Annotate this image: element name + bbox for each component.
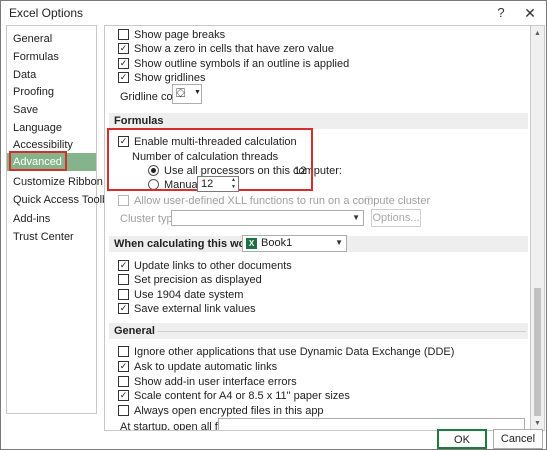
scrollbar-thumb[interactable] bbox=[534, 288, 541, 416]
show-page-breaks-row[interactable]: Show page breaks bbox=[118, 28, 418, 42]
dialog-title: Excel Options bbox=[9, 6, 84, 20]
content-scrollbar[interactable]: ▲ ▼ bbox=[531, 25, 545, 431]
sidebar-item-add-ins[interactable]: Add-ins bbox=[7, 210, 96, 228]
cluster-functions-checkbox[interactable] bbox=[118, 195, 129, 206]
options-content-pane: Show page breaks ✓ Show a zero in cells … bbox=[104, 25, 531, 431]
save-links-checkbox[interactable]: ✓ bbox=[118, 303, 129, 314]
update-links-label: Update links to other documents bbox=[134, 260, 292, 272]
excel-icon: X bbox=[246, 238, 257, 249]
show-outline-row[interactable]: ✓ Show outline symbols if an outline is … bbox=[118, 57, 418, 71]
manual-threads-value: 12 bbox=[201, 178, 214, 190]
chevron-down-icon: ▼ bbox=[194, 89, 201, 96]
workbook-dropdown[interactable]: X Book1 ▼ bbox=[242, 235, 347, 252]
ignore-dde-checkbox[interactable] bbox=[118, 346, 129, 357]
title-bar: Excel Options ? ✕ bbox=[1, 1, 546, 25]
advanced-highlight-box bbox=[9, 151, 67, 171]
save-links-row[interactable]: ✓ Save external link values bbox=[118, 302, 318, 316]
chevron-down-icon: ▼ bbox=[352, 213, 360, 222]
precision-label: Set precision as displayed bbox=[134, 274, 262, 286]
ok-button[interactable]: OK bbox=[437, 429, 487, 449]
gridline-color-button[interactable]: ⛋ ▼ bbox=[172, 84, 202, 104]
update-links-row[interactable]: ✓ Update links to other documents bbox=[118, 259, 318, 273]
sidebar-item-general[interactable]: General bbox=[7, 30, 96, 48]
show-zero-label: Show a zero in cells that have zero valu… bbox=[134, 43, 334, 55]
ask-update-label: Ask to update automatic links bbox=[134, 361, 278, 373]
cancel-button[interactable]: Cancel bbox=[493, 429, 543, 449]
cluster-type-label: Cluster type: bbox=[120, 213, 182, 225]
ignore-dde-label: Ignore other applications that use Dynam… bbox=[134, 346, 455, 358]
precision-checkbox[interactable] bbox=[118, 274, 129, 285]
help-button[interactable]: ? bbox=[486, 2, 516, 24]
scale-content-checkbox[interactable]: ✓ bbox=[118, 390, 129, 401]
chevron-down-icon: ▼ bbox=[335, 238, 343, 247]
show-zero-row[interactable]: ✓ Show a zero in cells that have zero va… bbox=[118, 42, 418, 56]
excel-options-dialog: Excel Options ? ✕ General Formulas Data … bbox=[0, 0, 547, 450]
date-1904-label: Use 1904 date system bbox=[134, 289, 244, 301]
ask-update-checkbox[interactable]: ✓ bbox=[118, 361, 129, 372]
sidebar-item-quick-access-toolbar[interactable]: Quick Access Toolbar bbox=[7, 191, 118, 209]
show-outline-checkbox[interactable]: ✓ bbox=[118, 58, 129, 69]
addin-errors-label: Show add-in user interface errors bbox=[134, 376, 297, 388]
gridline-color-label: Gridline color bbox=[120, 91, 185, 103]
show-page-breaks-checkbox[interactable] bbox=[118, 29, 129, 40]
general-section-divider bbox=[157, 331, 526, 332]
sidebar-item-formulas[interactable]: Formulas bbox=[7, 48, 96, 66]
cluster-functions-row[interactable]: Allow user-defined XLL functions to run … bbox=[118, 194, 438, 208]
addin-errors-checkbox[interactable] bbox=[118, 376, 129, 387]
show-gridlines-checkbox[interactable]: ✓ bbox=[118, 72, 129, 83]
scale-content-row[interactable]: ✓ Scale content for A4 or 8.5 x 11" pape… bbox=[118, 389, 418, 403]
date-1904-checkbox[interactable] bbox=[118, 289, 129, 300]
scale-content-label: Scale content for A4 or 8.5 x 11" paper … bbox=[134, 390, 350, 402]
sidebar-item-save[interactable]: Save bbox=[7, 101, 96, 119]
sidebar-item-language[interactable]: Language bbox=[7, 119, 96, 137]
startup-folder-label: At startup, open all files in: bbox=[120, 421, 250, 431]
cluster-type-dropdown[interactable]: ▼ bbox=[171, 210, 364, 226]
show-page-breaks-label: Show page breaks bbox=[134, 29, 226, 41]
precision-row[interactable]: Set precision as displayed bbox=[118, 273, 318, 287]
addin-errors-row[interactable]: Show add-in user interface errors bbox=[118, 375, 368, 389]
scroll-up-icon[interactable]: ▲ bbox=[531, 27, 544, 40]
open-encrypted-checkbox[interactable] bbox=[118, 405, 129, 416]
show-gridlines-row[interactable]: ✓ Show gridlines bbox=[118, 71, 418, 85]
close-icon[interactable]: ✕ bbox=[515, 2, 545, 24]
cluster-options-button[interactable]: Options... bbox=[371, 209, 421, 227]
date-1904-row[interactable]: Use 1904 date system bbox=[118, 288, 318, 302]
sidebar-item-customize-ribbon[interactable]: Customize Ribbon bbox=[7, 173, 103, 191]
sidebar-item-proofing[interactable]: Proofing bbox=[7, 83, 96, 101]
manual-threads-spinner[interactable]: 12 ▲ ▼ bbox=[197, 176, 239, 192]
workbook-name: Book1 bbox=[261, 237, 293, 249]
ignore-dde-row[interactable]: Ignore other applications that use Dynam… bbox=[118, 345, 478, 359]
ask-update-row[interactable]: ✓ Ask to update automatic links bbox=[118, 360, 368, 374]
show-zero-checkbox[interactable]: ✓ bbox=[118, 43, 129, 54]
sidebar-item-data[interactable]: Data bbox=[7, 66, 96, 84]
spinner-arrows-icon[interactable]: ▲ ▼ bbox=[229, 177, 238, 191]
sidebar-item-trust-center[interactable]: Trust Center bbox=[7, 228, 96, 246]
cluster-functions-label: Allow user-defined XLL functions to run … bbox=[134, 195, 431, 207]
info-icon: ⓘ bbox=[364, 196, 374, 206]
paint-bucket-icon: ⛋ bbox=[176, 86, 186, 100]
formulas-section-header: Formulas bbox=[109, 113, 528, 129]
open-encrypted-row[interactable]: Always open encrypted files in this app bbox=[118, 404, 418, 418]
update-links-checkbox[interactable]: ✓ bbox=[118, 260, 129, 271]
show-gridlines-label: Show gridlines bbox=[134, 72, 206, 84]
save-links-label: Save external link values bbox=[134, 303, 256, 315]
open-encrypted-label: Always open encrypted files in this app bbox=[134, 405, 324, 417]
show-outline-label: Show outline symbols if an outline is ap… bbox=[134, 58, 350, 70]
options-sidebar: General Formulas Data Proofing Save Lang… bbox=[6, 25, 118, 414]
